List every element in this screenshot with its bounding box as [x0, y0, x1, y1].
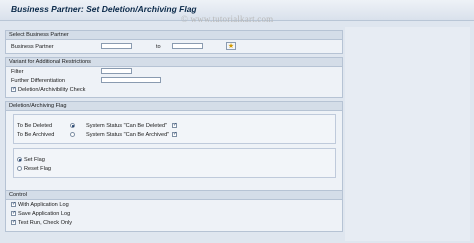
- to-be-archived-label: To Be Archived: [17, 132, 55, 138]
- deletion-check-label: Deletion/Archivibility Check: [18, 87, 86, 93]
- further-differentiation-label: Further Differentiation: [11, 78, 65, 84]
- watermark: © www.tutorialkart.com: [181, 14, 274, 24]
- save-application-log-checkbox[interactable]: ✓: [11, 211, 16, 216]
- test-run-label: Test Run, Check Only: [18, 220, 73, 226]
- page-title: Business Partner: Set Deletion/Archiving…: [11, 4, 197, 14]
- group-variant: Variant for Additional Restrictions Filt…: [5, 57, 343, 98]
- business-partner-from-input[interactable]: [101, 43, 132, 49]
- can-be-archived-checkbox[interactable]: ✓: [172, 132, 177, 137]
- can-be-deleted-checkbox[interactable]: ✓: [172, 123, 177, 128]
- test-run-checkbox[interactable]: ✓: [11, 220, 16, 225]
- group-heading: Control: [6, 191, 342, 200]
- group-control: Control ✓ With Application Log ✓ Save Ap…: [5, 190, 343, 232]
- to-be-deleted-radio[interactable]: [70, 123, 75, 128]
- to-be-deleted-label: To Be Deleted: [17, 123, 53, 129]
- selection-screen: Select Business Partner Business Partner…: [5, 27, 470, 241]
- business-partner-to-input[interactable]: [172, 43, 203, 49]
- group-heading: Variant for Additional Restrictions: [6, 58, 342, 67]
- flag-type-box: To Be Deleted System Status "Can Be Dele…: [13, 114, 336, 144]
- with-application-log-checkbox[interactable]: ✓: [11, 202, 16, 207]
- right-empty-area: [345, 27, 470, 241]
- deletion-check-checkbox[interactable]: ✓: [11, 87, 16, 92]
- filter-input[interactable]: [101, 68, 132, 74]
- group-heading: Select Business Partner: [6, 31, 342, 40]
- reset-flag-label: Reset Flag: [24, 166, 52, 172]
- save-application-log-label: Save Application Log: [18, 211, 71, 217]
- set-flag-radio[interactable]: [17, 157, 22, 162]
- further-differentiation-input[interactable]: [101, 77, 161, 83]
- group-heading: Deletion/Archiving Flag: [6, 102, 342, 111]
- to-be-archived-radio[interactable]: [70, 132, 75, 137]
- business-partner-label: Business Partner: [11, 44, 54, 50]
- multiple-selection-button[interactable]: ★: [226, 42, 236, 50]
- with-application-log-label: With Application Log: [18, 202, 69, 208]
- multiple-selection-icon: ★: [227, 42, 235, 50]
- group-select-business-partner: Select Business Partner Business Partner…: [5, 30, 343, 54]
- can-be-deleted-label: System Status "Can Be Deleted": [86, 123, 168, 129]
- to-label: to: [156, 44, 161, 50]
- filter-label: Filter: [11, 69, 24, 75]
- set-reset-box: Set Flag Reset Flag: [13, 148, 336, 178]
- reset-flag-radio[interactable]: [17, 166, 22, 171]
- can-be-archived-label: System Status "Can Be Archived": [86, 132, 170, 138]
- set-flag-label: Set Flag: [24, 157, 45, 163]
